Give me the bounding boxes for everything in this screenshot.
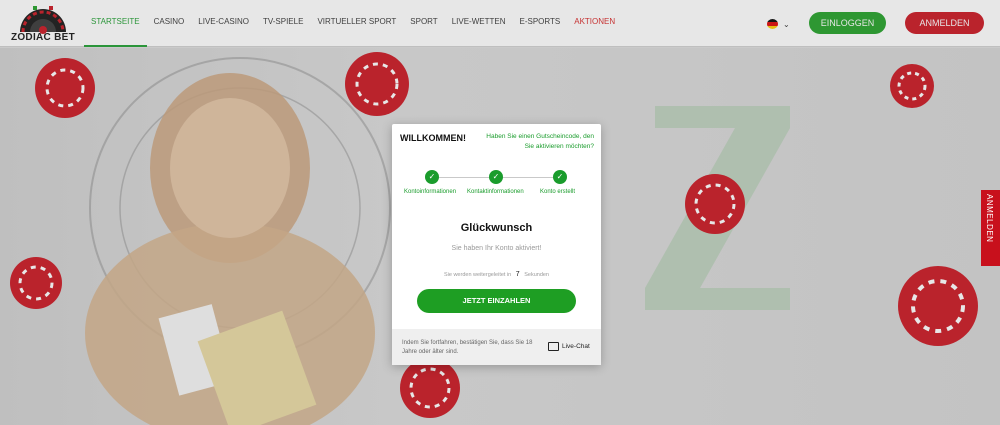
modal-footer: Indem Sie fortfahren, bestätigen Sie, da… — [392, 329, 601, 365]
age-consent-text: Indem Sie fortfahren, bestätigen Sie, da… — [402, 340, 533, 355]
side-register-tab[interactable]: ANMELDEN — [981, 190, 1000, 266]
welcome-modal: WILLKOMMEN! Haben Sie einen Gutscheincod… — [392, 124, 601, 365]
step-label-account-created: Konto erstellt — [540, 189, 576, 195]
live-chat-button[interactable]: Live-Chat — [548, 342, 590, 351]
check-icon: ✓ — [489, 170, 503, 184]
live-chat-label: Live-Chat — [562, 343, 590, 350]
deposit-now-button[interactable]: JETZT EINZAHLEN — [417, 289, 576, 313]
congratulations-heading: Glückwunsch — [460, 222, 533, 234]
step-label-account-info: Kontoinformationen — [404, 189, 457, 195]
check-icon: ✓ — [553, 170, 567, 184]
redirect-countdown: Sie werden weitergeleitet in 7 Sekunden — [443, 271, 549, 278]
account-activated-text: Sie haben Ihr Konto aktiviert! — [451, 245, 542, 252]
modal-title: WILLKOMMEN! — [400, 133, 466, 143]
check-icon: ✓ — [425, 170, 439, 184]
countdown-seconds: 7 — [515, 271, 520, 278]
side-register-label: ANMELDEN — [985, 194, 994, 243]
chat-bubble-icon — [548, 342, 559, 351]
step-label-contact-info: Kontaktinformationen — [467, 189, 524, 195]
voucher-code-link[interactable]: Haben Sie einen Gutscheincode, den Sie a… — [478, 132, 594, 152]
